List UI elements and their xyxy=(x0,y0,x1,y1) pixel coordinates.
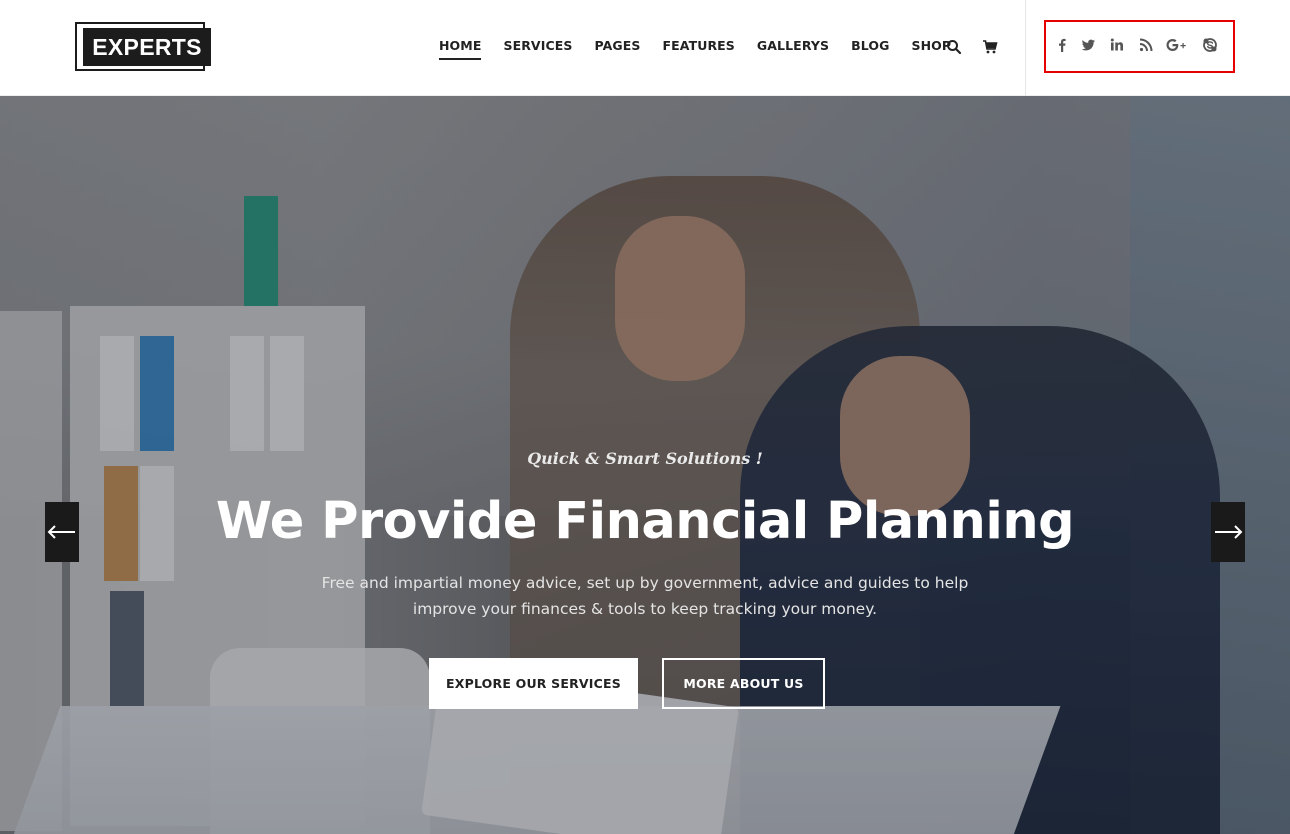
main-nav: HOME SERVICES PAGES FEATURES GALLERYS BL… xyxy=(439,38,973,62)
google-plus-icon[interactable] xyxy=(1165,37,1189,53)
facebook-icon[interactable] xyxy=(1054,37,1070,53)
hero-title: We Provide Financial Planning xyxy=(215,492,1075,551)
hero-description-line: improve your finances & tools to keep tr… xyxy=(412,600,878,618)
nav-item-services[interactable]: SERVICES xyxy=(503,38,572,58)
arrow-right-icon xyxy=(1215,525,1243,539)
header-divider xyxy=(1025,0,1026,96)
hero-slider: Quick & Smart Solutions ! We Provide Fin… xyxy=(0,96,1290,834)
skype-icon[interactable] xyxy=(1202,37,1218,53)
slider-next-button[interactable] xyxy=(1211,502,1245,562)
social-links xyxy=(1044,20,1235,73)
slider-prev-button[interactable] xyxy=(45,502,79,562)
nav-item-pages[interactable]: PAGES xyxy=(594,38,640,58)
nav-item-home[interactable]: HOME xyxy=(439,38,482,60)
linkedin-icon[interactable] xyxy=(1109,37,1125,53)
hero-description: Free and impartial money advice, set up … xyxy=(300,570,990,622)
twitter-icon[interactable] xyxy=(1080,37,1096,53)
nav-item-gallerys[interactable]: GALLERYS xyxy=(757,38,829,58)
logo-text: EXPERTS xyxy=(83,28,211,66)
hero-description-line: Free and impartial money advice, set up … xyxy=(321,574,969,592)
more-about-us-button[interactable]: MORE ABOUT US xyxy=(662,658,825,709)
rss-icon[interactable] xyxy=(1138,37,1154,53)
hero-subtitle: Quick & Smart Solutions ! xyxy=(527,449,763,468)
arrow-left-icon xyxy=(47,525,75,539)
nav-item-features[interactable]: FEATURES xyxy=(662,38,734,58)
explore-services-button[interactable]: EXPLORE OUR SERVICES xyxy=(429,658,638,709)
experts-logo[interactable]: EXPERTS xyxy=(75,22,211,72)
search-icon[interactable] xyxy=(946,39,962,55)
cart-icon[interactable] xyxy=(982,39,998,55)
nav-item-blog[interactable]: BLOG xyxy=(851,38,889,58)
site-header: EXPERTS HOME SERVICES PAGES FEATURES GAL… xyxy=(0,0,1290,96)
